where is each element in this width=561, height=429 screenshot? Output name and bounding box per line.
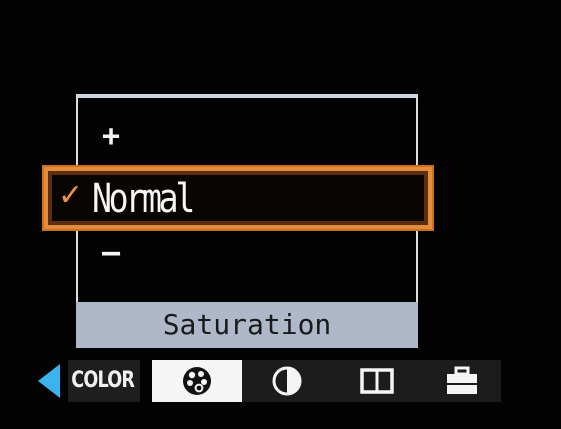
tab-contrast[interactable] <box>242 360 332 402</box>
tab-frame[interactable] <box>332 360 422 402</box>
bottom-tab-bar: COLOR <box>38 360 501 402</box>
color-palette-icon <box>183 367 211 395</box>
tab-tools[interactable] <box>422 360 501 402</box>
camera-menu-screen: + ✓ Normal – Saturation COLOR <box>0 0 561 429</box>
tab-color-palette[interactable] <box>152 360 242 402</box>
toolbox-icon <box>446 366 477 394</box>
section-label-color: COLOR <box>68 360 140 402</box>
menu-title-saturation: Saturation <box>76 302 418 348</box>
checkmark-icon: ✓ <box>58 178 84 213</box>
option-minus[interactable]: – <box>102 238 120 268</box>
option-normal-label[interactable]: Normal <box>92 178 195 220</box>
contrast-icon <box>272 366 302 396</box>
option-plus[interactable]: + <box>102 122 120 152</box>
back-arrow-icon[interactable] <box>38 364 60 398</box>
frame-icon <box>360 368 394 394</box>
